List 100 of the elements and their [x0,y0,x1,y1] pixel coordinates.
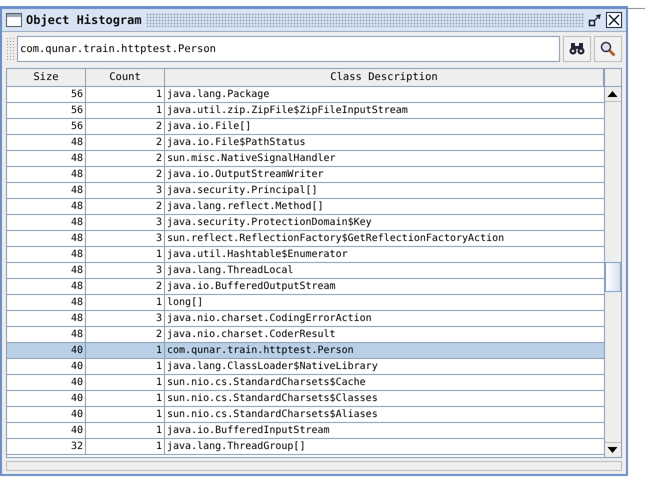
table-cell: 1 [86,423,165,438]
table-cell: 40 [7,375,86,390]
table-row[interactable]: 48 2 java.nio.charset.CoderResult [7,327,604,343]
table-cell: 2 [86,327,165,342]
table-cell: 1 [86,407,165,422]
vertical-scrollbar[interactable] [604,69,621,457]
table-cell: 40 [7,407,86,422]
table-cell-text: sun.nio.cs.StandardCharsets$Aliases [166,408,379,422]
table-row[interactable]: 48 1 long[] [7,295,604,311]
table-cell-text: java.io.OutputStreamWriter [166,168,325,182]
column-header[interactable]: Size [7,69,86,86]
table-cell: 1 [86,375,165,390]
table-cell: 48 [7,167,86,182]
table-cell-text: sun.misc.NativeSignalHandler [166,152,337,166]
table-cell: 48 [7,231,86,246]
table-cell: 3 [86,215,165,230]
table-cell: 1 [86,343,165,358]
table-row[interactable]: 48 2 java.lang.reflect.Method[] [7,199,604,215]
table-cell-text: java.lang.ThreadGroup[] [166,440,306,454]
table-cell: 40 [7,359,86,374]
table-cell-text: java.nio.charset.CoderResult [166,328,337,342]
table-row[interactable]: 40 1 sun.nio.cs.StandardCharsets$Classes [7,391,604,407]
table-cell: 2 [86,119,165,134]
table-cell-text: java.io.File[] [166,120,252,134]
table-row[interactable]: 40 1 java.lang.ClassLoader$NativeLibrary [7,359,604,375]
minimize-icon[interactable] [588,13,602,27]
table-cell-text: java.security.ProtectionDomain$Key [166,216,373,230]
table-cell: 56 [7,103,86,118]
table-cell: 40 [7,423,86,438]
table-cell-text: java.lang.Package [166,88,270,102]
column-header[interactable]: Count [86,69,165,86]
table-cell: 2 [86,279,165,294]
window-title: Object Histogram [26,13,142,27]
table-cell-text: long[] [166,296,204,310]
table-cell: 56 [7,87,86,102]
table-cell: 32 [7,439,86,454]
table-row[interactable]: 48 2 java.io.File$PathStatus [7,135,604,151]
table-cell: 2 [86,167,165,182]
table-cell: 1 [86,87,165,102]
table-row[interactable]: 48 3 java.security.ProtectionDomain$Key [7,215,604,231]
table-row[interactable]: 40 1 com.qunar.train.httptest.Person [7,343,604,359]
table-cell: 48 [7,311,86,326]
table-row[interactable]: 40 1 sun.nio.cs.StandardCharsets$Cache [7,375,604,391]
table-cell-text: java.util.Hashtable$Enumerator [166,248,349,262]
table-cell: 48 [7,327,86,342]
table-row[interactable]: 48 3 sun.reflect.ReflectionFactory$GetReflectionFactoryAction [7,231,604,247]
table-cell: 2 [86,199,165,214]
scrollbar-thumb[interactable] [605,262,621,292]
find-button[interactable] [563,36,591,62]
table-cell: 40 [7,391,86,406]
table-row[interactable]: 48 2 java.io.BufferedOutputStream [7,279,604,295]
table-cell: 3 [86,311,165,326]
table-cell-text: sun.reflect.ReflectionFactory$GetReflectionFactoryAction [166,232,506,246]
search-field[interactable]: com.qunar.train.httptest.Person [17,36,560,62]
toolbar-grip [6,37,14,61]
table-row[interactable]: 48 2 java.io.OutputStreamWriter [7,167,604,183]
table-cell: 40 [7,343,86,358]
table-row[interactable]: 48 3 java.lang.ThreadLocal [7,263,604,279]
table-cell-text: java.util.zip.ZipFile$ZipFileInputStream [166,104,409,118]
table-row[interactable]: 32 1 java.lang.ThreadGroup[] [7,439,604,455]
table-cell: 1 [86,295,165,310]
table-cell: 48 [7,199,86,214]
table-cell: 48 [7,247,86,262]
table-cell-text: java.security.Principal[] [166,184,319,198]
window-icon [6,13,22,27]
table-cell: 48 [7,295,86,310]
table-cell: 1 [86,359,165,374]
table-row[interactable]: 48 3 java.security.Principal[] [7,183,604,199]
table-row[interactable]: 56 2 java.io.File[] [7,119,604,135]
search-button[interactable] [594,36,622,62]
table-cell-text: sun.nio.cs.StandardCharsets$Classes [166,392,379,406]
table-row[interactable]: 40 1 java.io.BufferedInputStream [7,423,604,439]
table-row[interactable]: 48 2 sun.misc.NativeSignalHandler [7,151,604,167]
table-cell: 1 [86,247,165,262]
table-cell-text: java.lang.ClassLoader$NativeLibrary [166,360,379,374]
table-row[interactable]: 48 1 java.util.Hashtable$Enumerator [7,247,604,263]
table-row[interactable]: 56 1 java.lang.Package [7,87,604,103]
table-cell-text: sun.nio.cs.StandardCharsets$Cache [166,376,367,390]
close-icon[interactable] [606,12,622,28]
table-cell: 1 [86,103,165,118]
table-cell: 48 [7,215,86,230]
table-cell: 48 [7,135,86,150]
table-cell-text: java.nio.charset.CodingErrorAction [166,312,373,326]
table-row[interactable]: 48 3 java.nio.charset.CodingErrorAction [7,311,604,327]
table-cell: 48 [7,279,86,294]
table-cell: 2 [86,135,165,150]
table-cell: 3 [86,231,165,246]
table-cell: 1 [86,391,165,406]
table-cell-text: java.lang.ThreadLocal [166,264,294,278]
search-icon [600,41,616,57]
table-cell: 1 [86,439,165,454]
table-cell-text: java.io.BufferedOutputStream [166,280,337,294]
table-cell: 48 [7,183,86,198]
table-cell: 2 [86,151,165,166]
table-cell: 3 [86,263,165,278]
table-cell: 48 [7,151,86,166]
table-row[interactable]: 56 1 java.util.zip.ZipFile$ZipFileInputStream [7,103,604,119]
table-cell-text: java.io.BufferedInputStream [166,424,331,438]
table-row[interactable]: 40 1 sun.nio.cs.StandardCharsets$Aliases [7,407,604,423]
table-cell-text: java.lang.reflect.Method[] [166,200,325,214]
